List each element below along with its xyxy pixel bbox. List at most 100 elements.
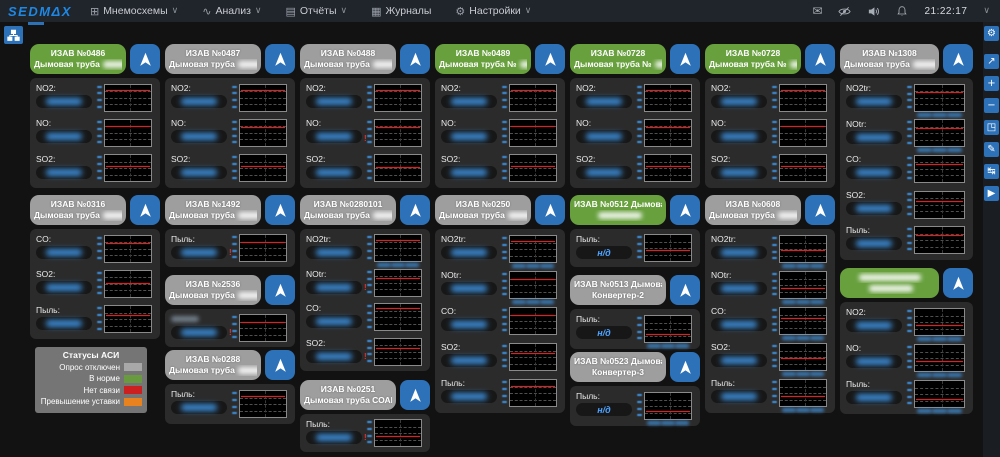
open-mnemo-button[interactable]: [130, 44, 160, 74]
axis-tick: [232, 156, 237, 158]
card-title: ИЗАВ №0489: [439, 48, 527, 59]
open-mnemo-button[interactable]: [265, 195, 295, 225]
gridline: [645, 162, 691, 163]
param-value-pill: [846, 166, 902, 179]
trend-line: [511, 126, 555, 127]
gridline: [105, 175, 151, 176]
blurred-text: [778, 212, 797, 219]
param-value-pill: [36, 281, 92, 294]
axis-ticks: [772, 155, 778, 181]
asi-card: ИЗАВ №0486Дымовая трубаNO2:NO:SO2:: [30, 44, 160, 188]
open-mnemo-button[interactable]: [130, 195, 160, 225]
menu-item-5[interactable]: ⚙Настройки∨: [455, 5, 531, 17]
open-mnemo-button[interactable]: [400, 380, 430, 410]
axis-tick: [232, 141, 237, 143]
collapse-panel-icon[interactable]: ▶: [984, 186, 999, 201]
axis-tick: [772, 395, 777, 397]
card-body: NO2:NO:SO2:: [30, 78, 160, 188]
nav-arrow-icon: [542, 51, 559, 68]
menu-item-1[interactable]: ⊞Мнемосхемы∨: [90, 5, 178, 17]
axis-tick: [502, 121, 507, 123]
axis-tick: [772, 106, 777, 108]
param-row: Пыль:!: [306, 416, 424, 450]
open-mnemo-button[interactable]: [670, 195, 700, 225]
param-value-pill: [441, 166, 497, 179]
open-mnemo-button[interactable]: [943, 44, 973, 74]
axis-tick: [907, 121, 912, 123]
axis-tick: [502, 329, 507, 331]
gridline: [915, 388, 964, 389]
sound-icon[interactable]: [867, 5, 880, 18]
zoom-in-icon[interactable]: +: [984, 76, 999, 91]
blurred-value: [316, 434, 352, 441]
gridline-vertical: [942, 120, 943, 146]
axis-tick: [502, 128, 507, 130]
gridline: [645, 406, 691, 407]
open-mnemo-button[interactable]: [535, 195, 565, 225]
card-body: Пыль:!: [165, 229, 295, 267]
edit-icon[interactable]: ✎: [984, 142, 999, 157]
open-mnemo-button[interactable]: [400, 195, 430, 225]
axis-tick: [772, 244, 777, 246]
axis-tick: [232, 163, 237, 165]
param-row: Пыль:: [171, 386, 289, 422]
menu-item-2[interactable]: ∿Анализ∨: [202, 5, 261, 17]
x-axis-labels: [917, 409, 962, 413]
open-mnemo-button[interactable]: [265, 44, 295, 74]
param-row: NO:!: [306, 115, 424, 150]
open-mnemo-button[interactable]: [670, 44, 700, 74]
eye-hidden-icon[interactable]: [838, 5, 851, 18]
user-menu-chevron-icon[interactable]: ∨: [983, 6, 990, 16]
bell-icon[interactable]: [896, 5, 908, 17]
axis-tick: [502, 170, 507, 172]
axis-tick: [772, 352, 777, 354]
gridline: [915, 394, 964, 395]
blurred-axis-label: [796, 408, 810, 412]
open-mnemo-button[interactable]: [400, 44, 430, 74]
gridline: [915, 169, 964, 170]
param-row: NO2:: [846, 304, 967, 340]
menu-item-3[interactable]: ▤Отчёты∨: [285, 5, 347, 17]
param-row: Пыль:н/д: [576, 388, 694, 424]
gridline-vertical: [805, 120, 806, 146]
param-value-pill: н/д: [576, 246, 632, 259]
gridline: [915, 104, 964, 105]
card-body: Пыль:!: [300, 414, 430, 452]
param-value-pill: [576, 95, 632, 108]
settings-icon[interactable]: ⚙: [984, 26, 999, 41]
open-mnemo-button[interactable]: [265, 275, 295, 305]
axis-tick: [637, 92, 642, 94]
gridline: [510, 98, 556, 99]
zoom-out-icon[interactable]: −: [984, 98, 999, 113]
gridline: [780, 387, 826, 388]
fit-width-icon[interactable]: ↹: [984, 164, 999, 179]
param-row: CO:: [306, 300, 424, 335]
open-mnemo-button[interactable]: [670, 275, 700, 305]
open-mnemo-button[interactable]: [670, 352, 700, 382]
axis-ticks: [502, 344, 508, 370]
open-mnemo-button[interactable]: [265, 350, 295, 380]
gridline: [240, 139, 286, 140]
card-body: Пыль:н/д: [570, 309, 700, 349]
axis-tick: [367, 284, 372, 286]
expand-icon[interactable]: ↗: [984, 54, 999, 69]
axis-tick: [907, 382, 912, 384]
gridline: [780, 400, 826, 401]
menu-item-4[interactable]: ▦Журналы: [371, 5, 431, 17]
open-mnemo-button[interactable]: [805, 195, 835, 225]
export-icon[interactable]: ◳: [984, 120, 999, 135]
nav-arrow-icon: [677, 202, 694, 219]
axis-tick: [907, 360, 912, 362]
blurred-text: [238, 367, 257, 374]
blurred-value: [181, 169, 217, 176]
param-row: NO:: [711, 115, 829, 150]
gridline: [510, 175, 556, 176]
axis-tick: [637, 141, 642, 143]
open-mnemo-button[interactable]: [805, 44, 835, 74]
open-mnemo-button[interactable]: [535, 44, 565, 74]
axis-ticks: [97, 155, 103, 181]
mail-icon[interactable]: ✉: [812, 5, 822, 17]
mnemo-tree-button[interactable]: [4, 26, 23, 44]
open-mnemo-button[interactable]: [943, 268, 973, 298]
axis-tick: [772, 86, 777, 88]
